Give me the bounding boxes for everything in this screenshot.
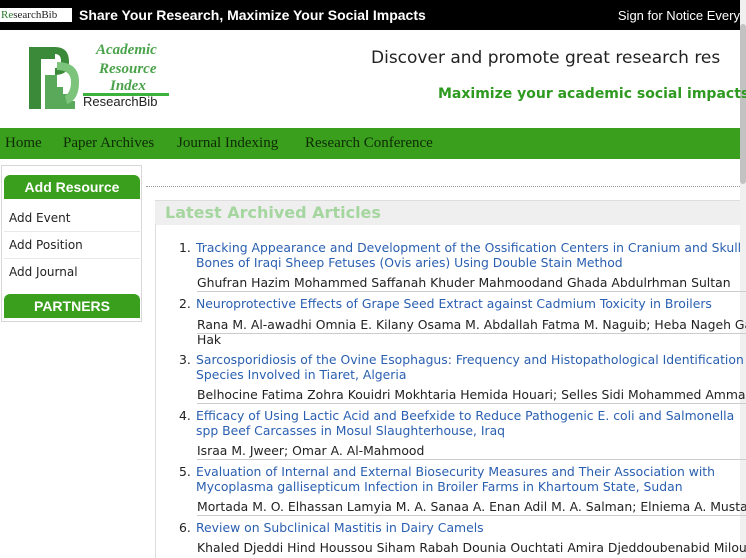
article-authors: Israa M. Jweer; Omar A. Al-Mahmood bbox=[197, 443, 746, 460]
badge-rest: searchBib bbox=[13, 9, 58, 21]
article-title-link[interactable]: Evaluation of Internal and External Bios… bbox=[196, 464, 746, 494]
nav-home[interactable]: Home bbox=[5, 135, 42, 152]
article-title-link[interactable]: Neuroprotective Effects of Grape Seed Ex… bbox=[196, 296, 746, 311]
add-event-link[interactable]: Add Event bbox=[9, 211, 70, 225]
article-number: 5. bbox=[179, 464, 191, 479]
article-title-link[interactable]: Sarcosporidiosis of the Ovine Esophagus:… bbox=[196, 352, 746, 382]
sidebar-divider bbox=[4, 231, 140, 232]
articles-panel-border bbox=[155, 224, 156, 558]
article-number: 4. bbox=[179, 408, 191, 423]
logo-line-resource: Resource bbox=[99, 61, 157, 77]
logo-brand: ResearchBib bbox=[83, 94, 158, 109]
main-nav: Home Paper Archives Journal Indexing Res… bbox=[0, 128, 740, 159]
top-bar: ResearchBib Share Your Research, Maximiz… bbox=[0, 0, 740, 30]
article-authors: Belhocine Fatima Zohra Kouidri Mokhtaria… bbox=[197, 387, 746, 404]
article-number: 1. bbox=[179, 240, 191, 255]
logo-line-academic: Academic bbox=[96, 42, 157, 58]
header-tagline: Maximize your academic social impacts. bbox=[438, 86, 746, 102]
article-authors-continued: Hak bbox=[197, 332, 222, 347]
article-title-link[interactable]: Efficacy of Using Lactic Acid and Beefxi… bbox=[196, 408, 746, 438]
scrollbar-thumb[interactable] bbox=[740, 24, 746, 184]
article-authors: Ghufran Hazim Mohammed Saffanah Khuder M… bbox=[197, 275, 746, 292]
article-authors: Khaled Djeddi Hind Houssou Siham Rabah D… bbox=[197, 540, 746, 555]
add-position-link[interactable]: Add Position bbox=[9, 238, 83, 252]
nav-research-conference[interactable]: Research Conference bbox=[305, 135, 433, 152]
article-number: 2. bbox=[179, 296, 191, 311]
latest-articles-header: Latest Archived Articles bbox=[155, 200, 740, 225]
article-authors: Mortada M. O. Elhassan Lamyia M. A. Sana… bbox=[197, 499, 746, 516]
article-title-link[interactable]: Review on Subclinical Mastitis in Dairy … bbox=[196, 520, 746, 535]
sidebar: Add Resource Add Event Add Position Add … bbox=[1, 165, 142, 322]
researchbib-badge-logo[interactable]: ResearchBib bbox=[0, 8, 72, 22]
nav-journal-indexing[interactable]: Journal Indexing bbox=[177, 135, 278, 152]
badge-prefix: Re bbox=[1, 9, 14, 21]
add-resource-header: Add Resource bbox=[4, 175, 140, 199]
nav-paper-archives[interactable]: Paper Archives bbox=[63, 135, 154, 152]
latest-articles-title: Latest Archived Articles bbox=[165, 203, 381, 222]
article-title-link[interactable]: Tracking Appearance and Development of t… bbox=[196, 240, 746, 270]
header-headline: Discover and promote great research res bbox=[371, 48, 721, 68]
article-number: 3. bbox=[179, 352, 191, 367]
article-number: 6. bbox=[179, 520, 191, 535]
rb-logo-icon bbox=[29, 47, 79, 109]
dotted-divider bbox=[146, 186, 740, 187]
add-journal-link[interactable]: Add Journal bbox=[9, 265, 78, 279]
article-authors: Rana M. Al-awadhi Omnia E. Kilany Osama … bbox=[197, 317, 746, 334]
partners-header: PARTNERS bbox=[4, 294, 140, 318]
sidebar-divider bbox=[4, 258, 140, 259]
top-slogan: Share Your Research, Maximize Your Socia… bbox=[79, 7, 426, 23]
site-logo[interactable]: Academic Resource Index ResearchBib bbox=[27, 42, 172, 112]
sign-for-notice-link[interactable]: Sign for Notice Every bbox=[618, 8, 740, 23]
